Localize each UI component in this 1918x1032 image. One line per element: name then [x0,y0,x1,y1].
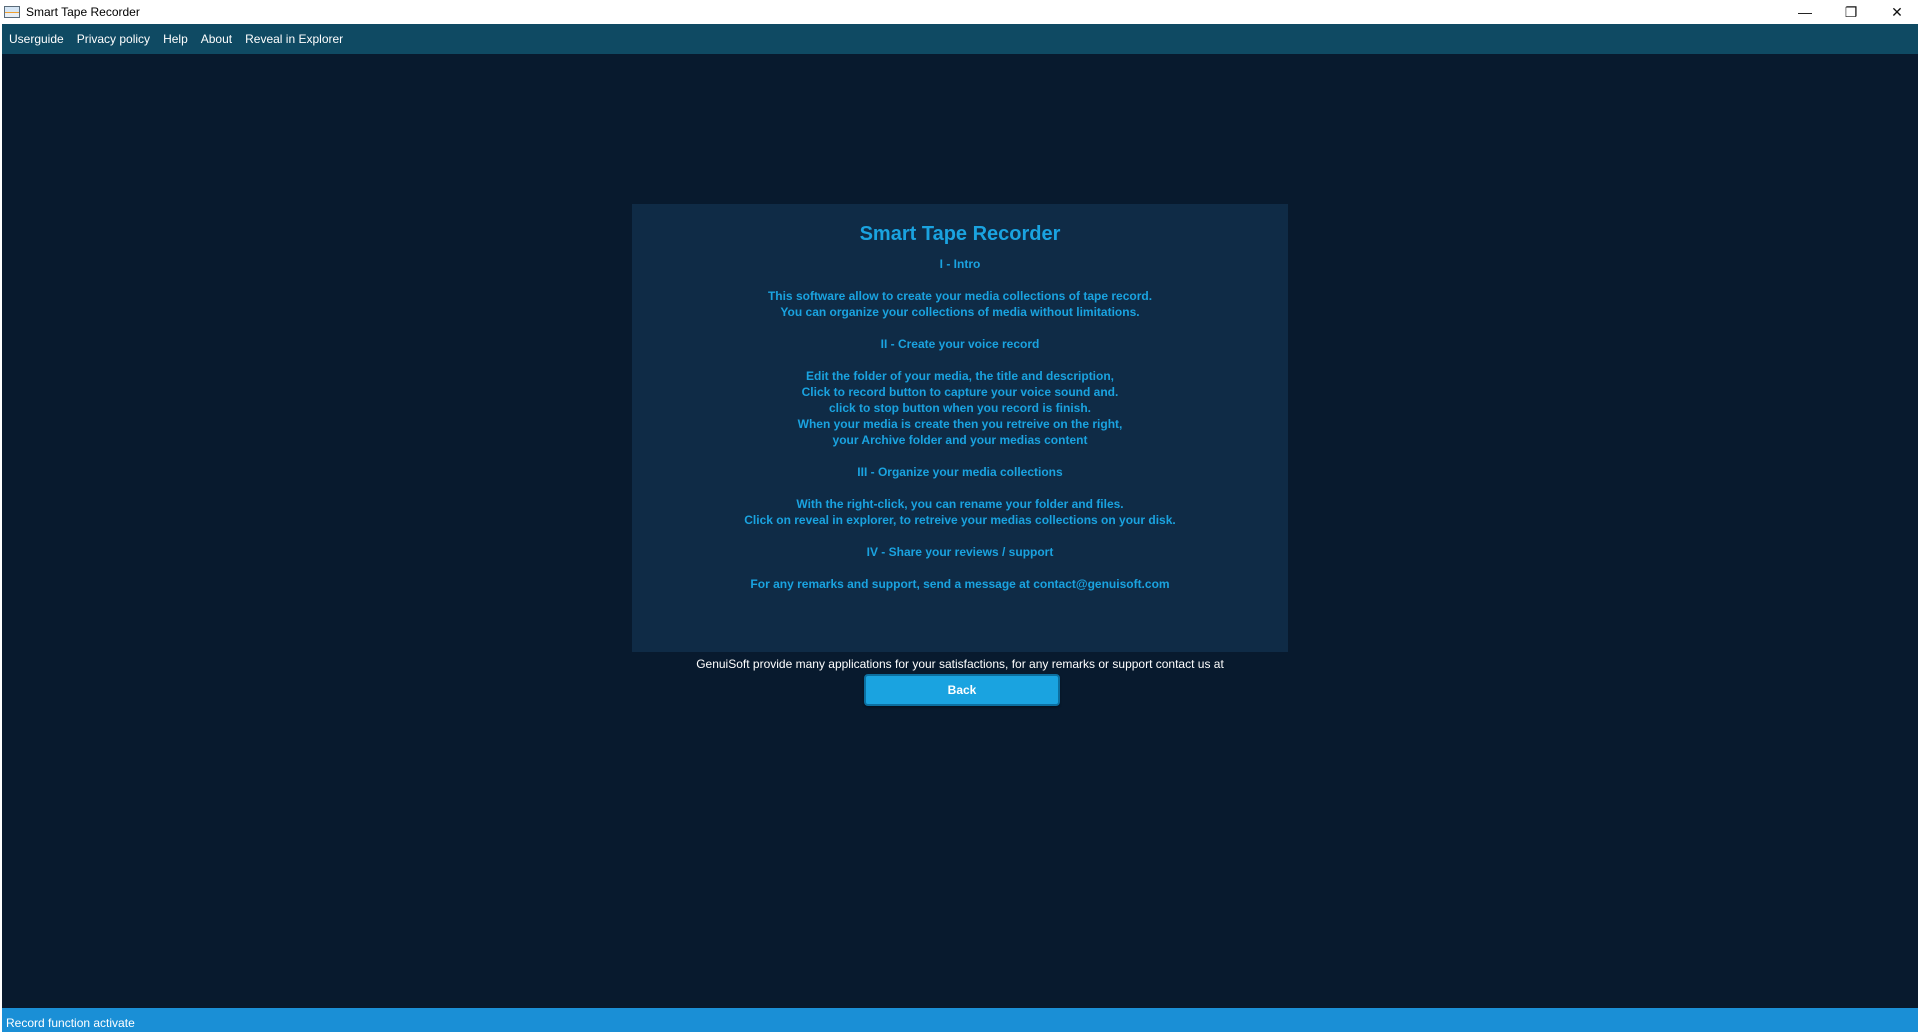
section-line: Edit the folder of your media, the title… [805,369,1115,383]
help-panel: Smart Tape Recorder I - Intro This softw… [632,204,1288,652]
section-line: your Archive folder and your medias cont… [832,433,1088,447]
menu-item-reveal-in-explorer[interactable]: Reveal in Explorer [245,32,343,46]
menu-item-privacy-policy[interactable]: Privacy policy [77,32,150,46]
minimize-button[interactable]: — [1782,0,1828,24]
status-bar: Record function activate [2,1008,1918,1032]
section-line: When your media is create then you retre… [797,417,1123,431]
window-title: Smart Tape Recorder [26,5,140,19]
menu-item-about[interactable]: About [201,32,232,46]
section-line: For any remarks and support, send a mess… [750,577,1170,591]
title-bar: Smart Tape Recorder — ❐ ✕ [2,0,1918,24]
app-window: Smart Tape Recorder — ❐ ✕ Userguide Priv… [0,0,1918,1032]
section-line: Click on reveal in explorer, to retreive… [744,513,1176,527]
section-line: This software allow to create your media… [767,289,1153,303]
restore-button[interactable]: ❐ [1828,0,1874,24]
section-line: Click to record button to capture your v… [801,385,1119,399]
menu-bar: Userguide Privacy policy Help About Reve… [2,24,1918,54]
status-text: Record function activate [6,1016,135,1030]
tape-recorder-app-icon [4,6,20,18]
menu-item-help[interactable]: Help [163,32,188,46]
section-line: With the right-click, you can rename you… [796,497,1124,511]
back-button[interactable]: Back [864,674,1060,706]
section-heading: III - Organize your media collections [857,465,1063,479]
section-heading: II - Create your voice record [880,337,1040,351]
panel-title: Smart Tape Recorder [859,223,1061,245]
close-button[interactable]: ✕ [1874,0,1918,24]
section-heading: I - Intro [939,257,981,271]
main-content: Smart Tape Recorder I - Intro This softw… [2,54,1918,1008]
menu-item-userguide[interactable]: Userguide [9,32,64,46]
section-line: You can organize your collections of med… [780,305,1140,319]
section-line: click to stop button when you record is … [828,401,1092,415]
window-controls: — ❐ ✕ [1782,0,1918,24]
section-heading: IV - Share your reviews / support [866,545,1054,559]
